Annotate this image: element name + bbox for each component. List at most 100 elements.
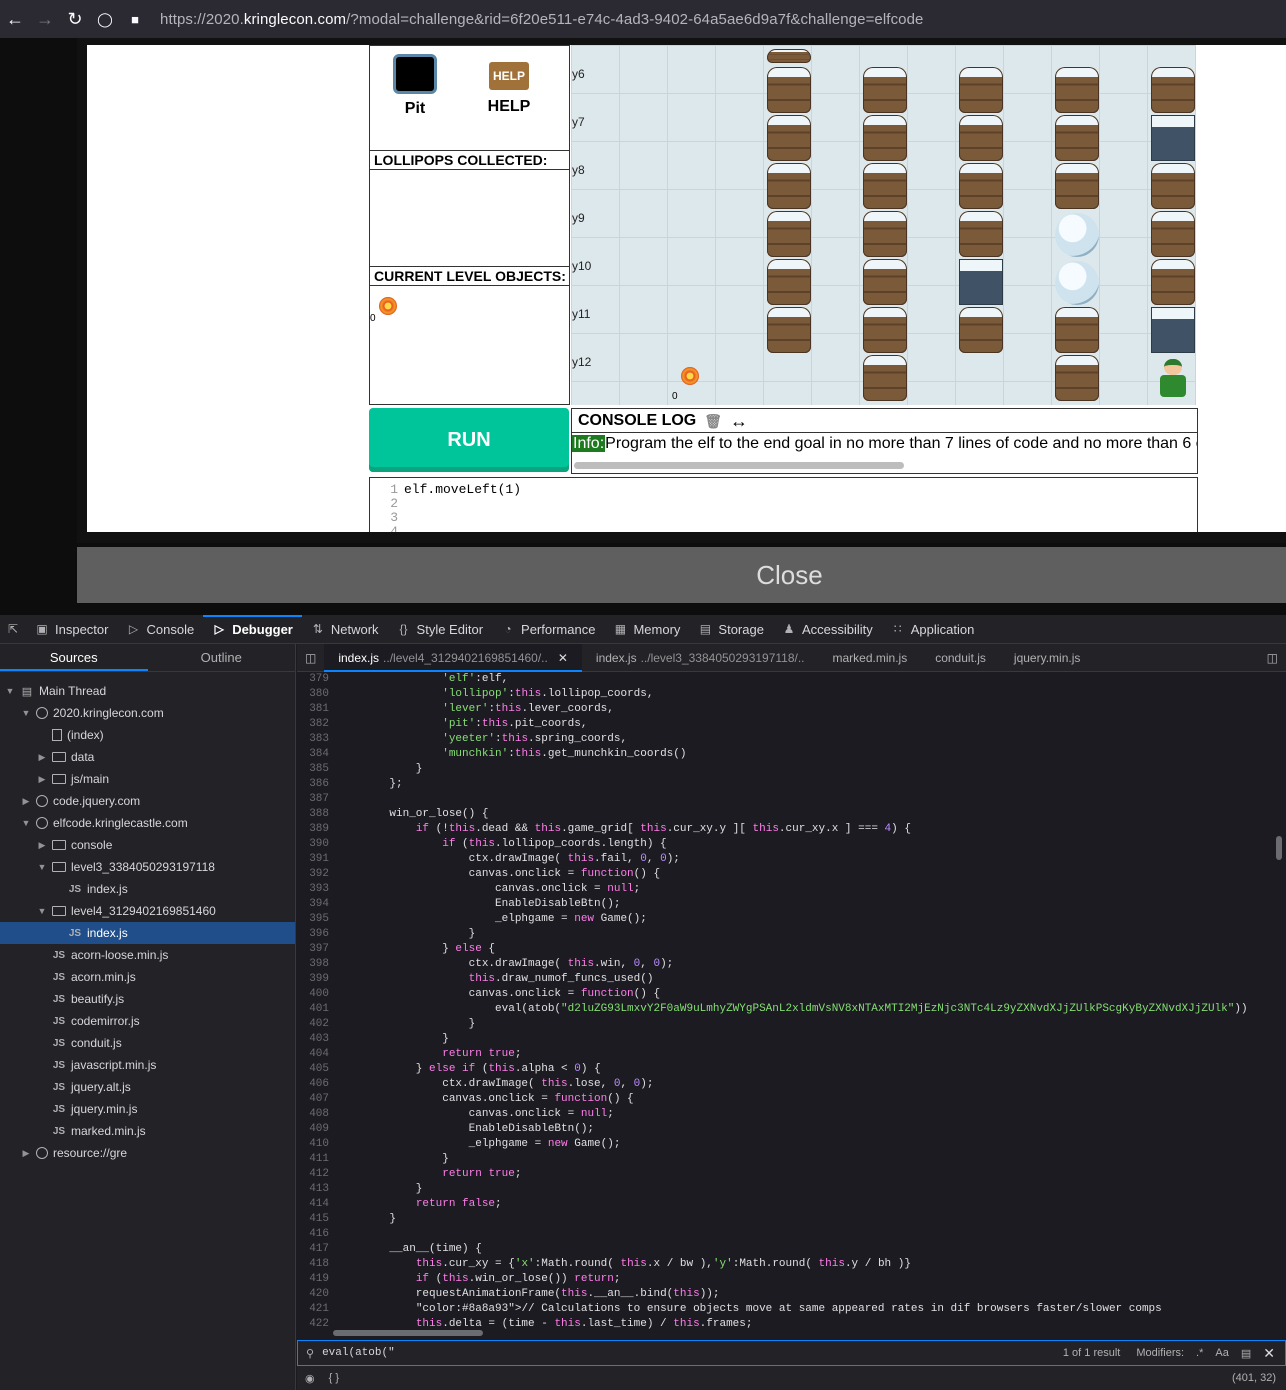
line-number[interactable]: 393 xyxy=(297,882,329,897)
pretty-print-button[interactable]: { } xyxy=(329,1372,339,1384)
close-button[interactable]: Close xyxy=(77,547,1286,603)
source-tab-marked[interactable]: marked.min.js xyxy=(819,644,922,672)
code-line[interactable]: 385 } xyxy=(297,762,1272,777)
line-number[interactable]: 403 xyxy=(297,1032,329,1047)
tab-style-editor[interactable]: {} Style Editor xyxy=(388,615,492,644)
line-number[interactable]: 409 xyxy=(297,1122,329,1137)
line-number[interactable]: 381 xyxy=(297,702,329,717)
chevron-right-icon[interactable]: ▶ xyxy=(20,1148,32,1159)
tree-item[interactable]: ▶ resource://gre xyxy=(0,1142,295,1164)
game-grid[interactable]: y6 y7 y8 y9 y10 y11 y12 0 xyxy=(571,45,1196,405)
line-number[interactable]: 382 xyxy=(297,717,329,732)
line-number[interactable]: 401 xyxy=(297,1002,329,1017)
code-line[interactable]: 406 ctx.drawImage( this.lose, 0, 0); xyxy=(297,1077,1272,1092)
line-number[interactable]: 417 xyxy=(297,1242,329,1257)
tree-item[interactable]: ▶ code.jquery.com xyxy=(0,790,295,812)
tab-sources[interactable]: Sources xyxy=(0,644,148,671)
tab-memory[interactable]: ▦ Memory xyxy=(604,615,689,644)
code-line[interactable]: 409 EnableDisableBtn(); xyxy=(297,1122,1272,1137)
line-number[interactable]: 421 xyxy=(297,1302,329,1317)
forward-arrow-icon[interactable]: → xyxy=(30,4,60,34)
line-number[interactable]: 415 xyxy=(297,1212,329,1227)
chevron-right-icon[interactable]: ▶ xyxy=(20,796,32,807)
chevron-right-icon[interactable]: ▶ xyxy=(36,774,48,785)
close-tab-icon[interactable]: ✕ xyxy=(558,651,568,665)
chevron-down-icon[interactable]: ▼ xyxy=(36,862,48,872)
line-number[interactable]: 414 xyxy=(297,1197,329,1212)
tree-item[interactable]: ▼ level4_3129402169851460 xyxy=(0,900,295,922)
source-tab-index-level3[interactable]: index.js ../level3_3384050293197118/.. xyxy=(582,644,819,672)
line-number[interactable]: 397 xyxy=(297,942,329,957)
code-line[interactable]: 390 if (this.lollipop_coords.length) { xyxy=(297,837,1272,852)
line-number[interactable]: 413 xyxy=(297,1182,329,1197)
line-number[interactable]: 380 xyxy=(297,687,329,702)
tree-item[interactable]: JS codemirror.js xyxy=(0,1010,295,1032)
chevron-down-icon[interactable]: ▼ xyxy=(36,906,48,916)
tree-item[interactable]: ▶ console xyxy=(0,834,295,856)
toggle-sidebar-icon[interactable]: ◫ xyxy=(297,644,324,672)
line-number[interactable]: 412 xyxy=(297,1167,329,1182)
line-number[interactable]: 402 xyxy=(297,1017,329,1032)
line-number[interactable]: 407 xyxy=(297,1092,329,1107)
line-number[interactable]: 389 xyxy=(297,822,329,837)
code-line[interactable]: 420 requestAnimationFrame(this.__an__.bi… xyxy=(297,1287,1272,1302)
case-sensitive-toggle[interactable]: Aa xyxy=(1215,1347,1228,1359)
code-line[interactable]: 391 ctx.drawImage( this.fail, 0, 0); xyxy=(297,852,1272,867)
toggle-panes-icon[interactable]: ◫ xyxy=(1259,644,1286,672)
tree-item[interactable]: JS javascript.min.js xyxy=(0,1054,295,1076)
tab-inspector[interactable]: ▣ Inspector xyxy=(26,615,117,644)
code-line[interactable]: 399 this.draw_numof_funcs_used() xyxy=(297,972,1272,987)
code-line[interactable]: 387 xyxy=(297,792,1272,807)
tree-item[interactable]: ▼ 2020.kringlecon.com xyxy=(0,702,295,724)
tree-item[interactable]: JS beautify.js xyxy=(0,988,295,1010)
tree-item[interactable]: JS index.js xyxy=(0,922,295,944)
code-vscroll[interactable] xyxy=(1276,836,1282,860)
code-line[interactable]: 400 canvas.onclick = function() { xyxy=(297,987,1272,1002)
tree-item[interactable]: JS jquery.min.js xyxy=(0,1098,295,1120)
tree-item[interactable]: JS conduit.js xyxy=(0,1032,295,1054)
code-line[interactable]: 395 _elphgame = new Game(); xyxy=(297,912,1272,927)
code-line[interactable]: 396 } xyxy=(297,927,1272,942)
resize-arrows-icon[interactable]: ↔ xyxy=(730,409,748,433)
tool-help[interactable]: HELP HELP xyxy=(464,48,554,148)
code-line[interactable]: 413 } xyxy=(297,1182,1272,1197)
tree-item[interactable]: (index) xyxy=(0,724,295,746)
code-line[interactable]: 389 if (!this.dead && this.game_grid[ th… xyxy=(297,822,1272,837)
tab-network[interactable]: ⇅ Network xyxy=(302,615,388,644)
code-line[interactable]: 410 _elphgame = new Game(); xyxy=(297,1137,1272,1152)
eye-icon[interactable]: ◉ xyxy=(305,1372,315,1385)
code-line[interactable]: 394 EnableDisableBtn(); xyxy=(297,897,1272,912)
chevron-down-icon[interactable]: ▼ xyxy=(4,686,16,696)
tab-debugger[interactable]: ▷ Debugger xyxy=(203,615,302,644)
line-number[interactable]: 419 xyxy=(297,1272,329,1287)
code-line[interactable]: 398 ctx.drawImage( this.win, 0, 0); xyxy=(297,957,1272,972)
line-number[interactable]: 391 xyxy=(297,852,329,867)
back-arrow-icon[interactable]: ← xyxy=(0,4,30,34)
line-number[interactable]: 400 xyxy=(297,987,329,1002)
tab-storage[interactable]: ▤ Storage xyxy=(689,615,773,644)
code-hscroll[interactable] xyxy=(333,1330,483,1336)
line-number[interactable]: 396 xyxy=(297,927,329,942)
code-line[interactable]: 414 return false; xyxy=(297,1197,1272,1212)
code-line[interactable]: 404 return true; xyxy=(297,1047,1272,1062)
regex-toggle[interactable]: .* xyxy=(1196,1347,1203,1359)
line-number[interactable]: 411 xyxy=(297,1152,329,1167)
tree-item[interactable]: ▶ data xyxy=(0,746,295,768)
code-line[interactable]: 393 canvas.onclick = null; xyxy=(297,882,1272,897)
line-number[interactable]: 383 xyxy=(297,732,329,747)
line-number[interactable]: 379 xyxy=(297,672,329,687)
source-tab-jquery[interactable]: jquery.min.js xyxy=(1000,644,1094,672)
tab-outline[interactable]: Outline xyxy=(148,644,296,671)
line-number[interactable]: 422 xyxy=(297,1317,329,1332)
code-line[interactable]: 401 eval(atob("d2luZG93LmxvY2F0aW9uLmhyZ… xyxy=(297,1002,1272,1017)
tree-item[interactable]: JS marked.min.js xyxy=(0,1120,295,1142)
console-scrollbar[interactable] xyxy=(574,462,904,469)
code-line[interactable]: 397 } else { xyxy=(297,942,1272,957)
tree-item[interactable]: ▼ ▤ Main Thread xyxy=(0,680,295,702)
line-number[interactable]: 394 xyxy=(297,897,329,912)
code-line[interactable]: 412 return true; xyxy=(297,1167,1272,1182)
line-number[interactable]: 386 xyxy=(297,777,329,792)
line-number[interactable]: 388 xyxy=(297,807,329,822)
line-number[interactable]: 408 xyxy=(297,1107,329,1122)
source-tab-index-level4[interactable]: index.js ../level4_3129402169851460/.. ✕ xyxy=(324,643,582,672)
